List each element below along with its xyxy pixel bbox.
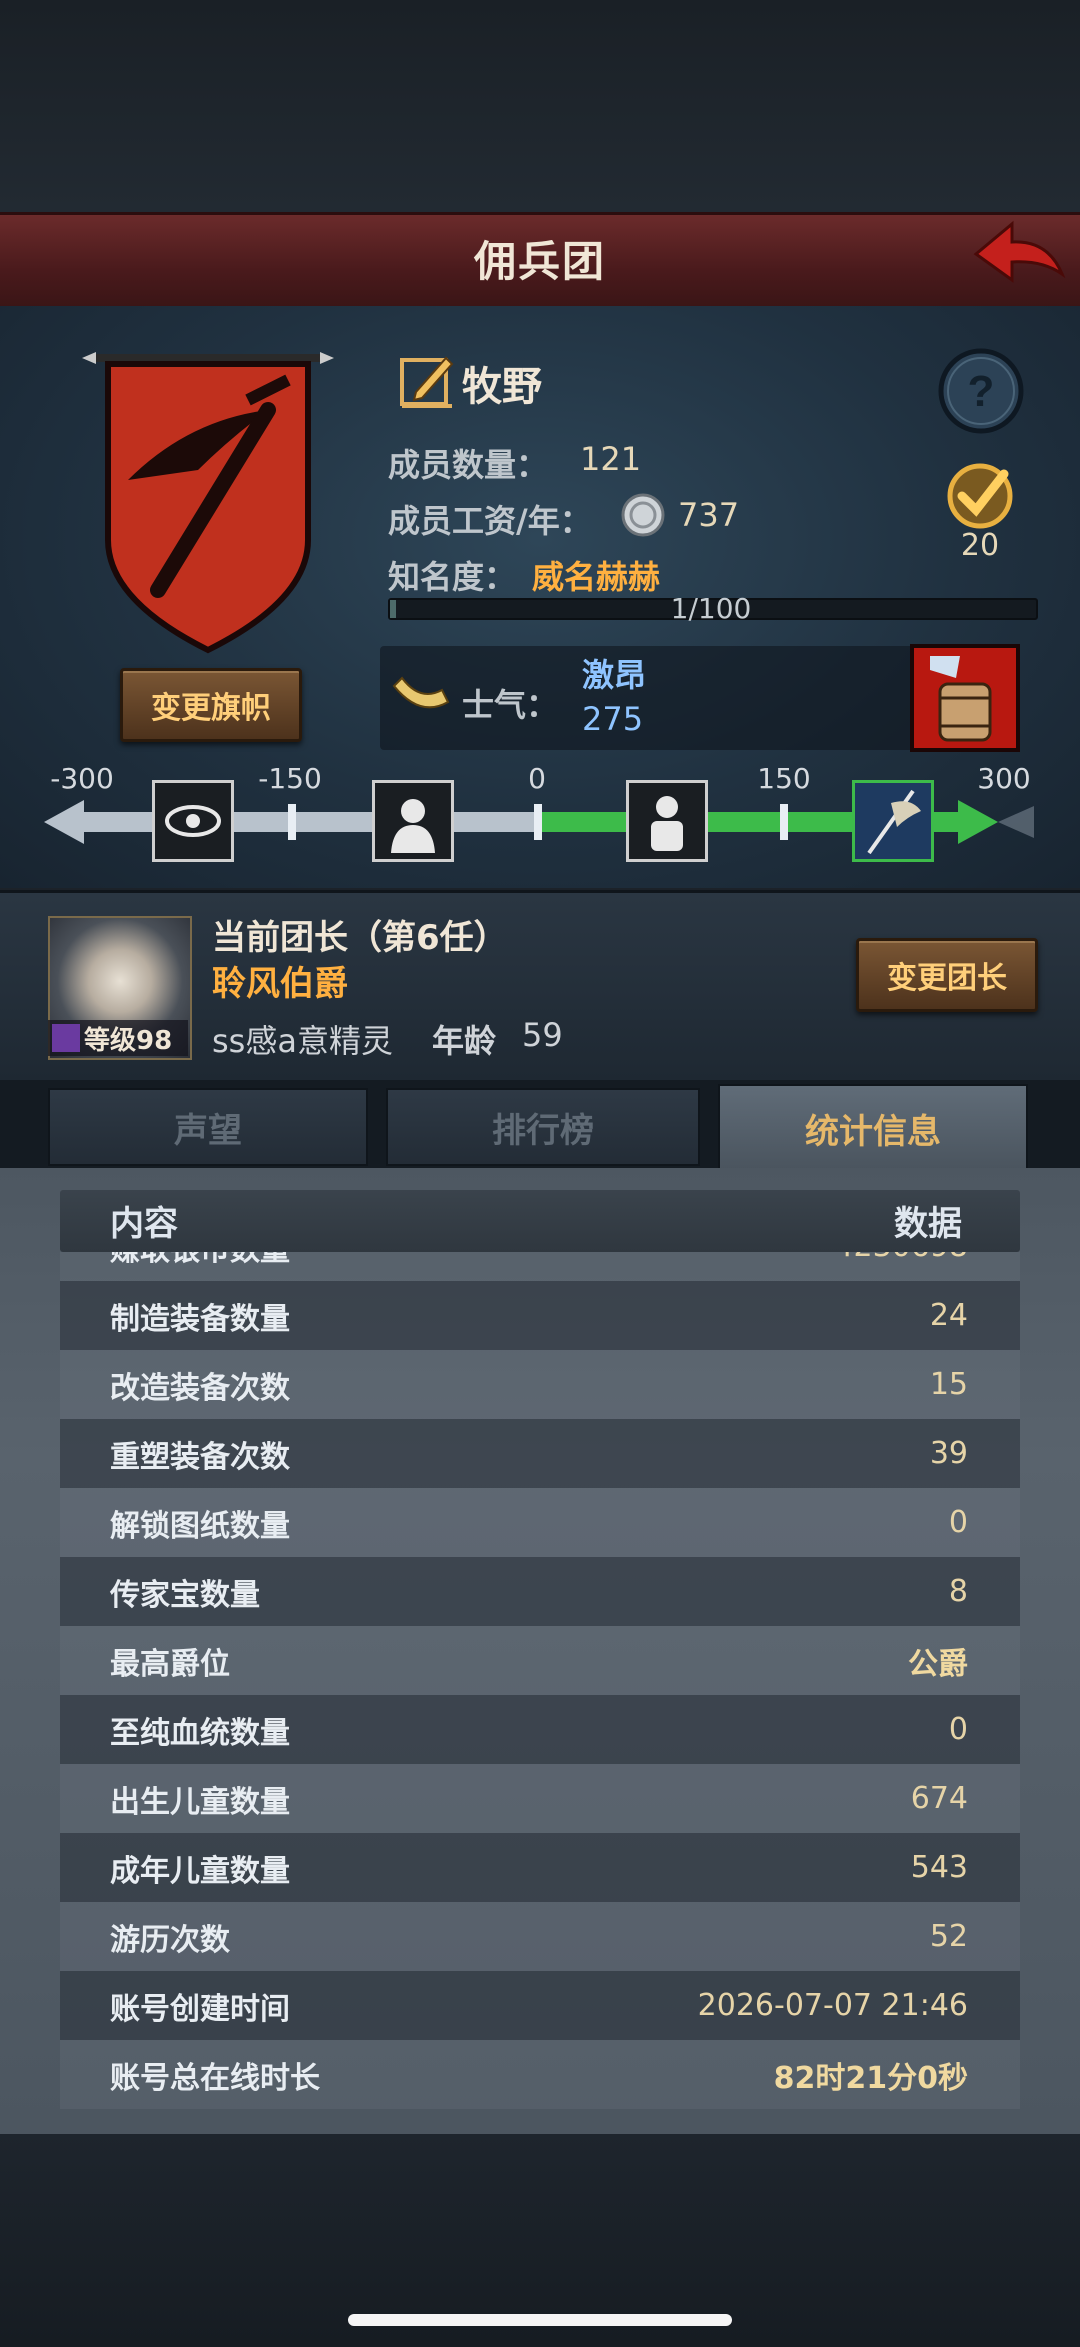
stat-value: 674	[910, 1781, 968, 1816]
leader-level-badge: 等级98	[48, 1020, 188, 1056]
silver-coin-icon	[620, 492, 666, 538]
morale-state: 激昂	[582, 656, 647, 694]
leader-name: 聆风伯爵	[212, 964, 348, 1004]
leader-age: 59	[522, 1016, 563, 1054]
wage-value: 737	[678, 496, 740, 534]
stat-value: 82时21分0秒	[773, 2060, 968, 2096]
horn-icon	[390, 672, 452, 724]
table-row: 游历次数 52	[60, 1902, 1020, 1971]
stat-label: 重塑装备次数	[110, 1439, 290, 1475]
stat-label: 账号创建时间	[110, 1991, 290, 2027]
stat-value: 52	[929, 1919, 968, 1954]
table-row: 最高爵位 公爵	[60, 1626, 1020, 1695]
tab-leaderboard[interactable]: 排行榜	[386, 1088, 700, 1166]
members-value: 121	[580, 440, 642, 478]
home-indicator[interactable]	[348, 2314, 732, 2326]
leader-level: 等级98	[84, 1025, 173, 1056]
stat-label: 赚取银币数量	[110, 1252, 290, 1269]
table-row: 出生儿童数量 674	[60, 1764, 1020, 1833]
table-row: 至纯血统数量 0	[60, 1695, 1020, 1764]
stats-col-data: 数据	[894, 1204, 962, 1244]
stat-value: 4230698	[834, 1252, 968, 1264]
calm-figure-icon[interactable]	[626, 780, 708, 862]
tick-label: -150	[258, 762, 322, 795]
stat-label: 游历次数	[110, 1922, 230, 1958]
stat-label: 最高爵位	[110, 1646, 230, 1682]
tick-label: -300	[50, 762, 114, 795]
tick-label: 150	[757, 762, 811, 795]
stat-value: 0	[948, 1505, 968, 1540]
stat-value: 39	[929, 1436, 968, 1471]
stat-value: 15	[929, 1367, 968, 1402]
wage-label: 成员工资/年：	[388, 502, 592, 540]
help-icon[interactable]: ?	[936, 346, 1026, 436]
svg-text:?: ?	[968, 367, 995, 416]
stat-label: 成年儿童数量	[110, 1853, 290, 1889]
despair-figure-icon[interactable]	[372, 780, 454, 862]
eye-icon[interactable]	[152, 780, 234, 862]
table-row: 改造装备次数 15	[60, 1350, 1020, 1419]
wand-icon	[52, 1024, 80, 1052]
stat-label: 改造装备次数	[110, 1370, 290, 1406]
top-background	[0, 0, 1080, 212]
stat-value: 公爵	[908, 1646, 968, 1682]
charge-flag-icon[interactable]	[852, 780, 934, 862]
change-flag-button[interactable]: 变更旗帜	[120, 668, 302, 742]
table-row: 成年儿童数量 543	[60, 1833, 1020, 1902]
table-row: 重塑装备次数 39	[60, 1419, 1020, 1488]
morale-label: 士气：	[462, 686, 559, 724]
leader-race: ss感a意精灵	[212, 1022, 393, 1060]
table-row: 制造装备数量 24	[60, 1281, 1020, 1350]
leader-title: 当前团长（第6任）	[212, 918, 508, 958]
tab-reputation[interactable]: 声望	[48, 1088, 368, 1166]
page-title: 佣兵团	[473, 237, 606, 286]
table-row: 传家宝数量 8	[60, 1557, 1020, 1626]
table-row: 赚取银币数量 4230698	[60, 1252, 1020, 1281]
company-banner-flag[interactable]	[78, 350, 338, 660]
tick-label: 0	[528, 762, 546, 795]
stat-value: 24	[929, 1298, 968, 1333]
table-row: 解锁图纸数量 0	[60, 1488, 1020, 1557]
fame-progress-text: 1/100	[670, 592, 752, 625]
stat-label: 传家宝数量	[110, 1577, 260, 1613]
stat-label: 出生儿童数量	[110, 1784, 290, 1820]
stat-label: 至纯血统数量	[110, 1715, 290, 1751]
barrel-icon[interactable]	[910, 644, 1020, 752]
stat-value: 543	[910, 1850, 968, 1885]
table-row: 账号总在线时长 82时21分0秒	[60, 2040, 1020, 2109]
table-row: 账号创建时间 2026-07-07 21:46	[60, 1971, 1020, 2040]
members-label: 成员数量：	[388, 446, 549, 484]
stats-header	[60, 1190, 1020, 1252]
morale-value: 275	[582, 700, 644, 738]
stat-value: 0	[948, 1712, 968, 1747]
back-arrow-icon[interactable]	[968, 214, 1068, 294]
change-leader-button[interactable]: 变更团长	[856, 938, 1038, 1012]
leader-age-label: 年龄	[432, 1022, 497, 1060]
stat-label: 制造装备数量	[110, 1301, 290, 1337]
tick-label: 300	[977, 762, 1031, 795]
stat-label: 账号总在线时长	[110, 2060, 320, 2096]
edit-icon[interactable]	[398, 352, 456, 410]
badge-count: 20	[960, 528, 1000, 563]
stat-value: 2026-07-07 21:46	[697, 1988, 968, 2023]
company-name: 牧野	[462, 364, 542, 410]
stat-value: 8	[948, 1574, 968, 1609]
stat-label: 解锁图纸数量	[110, 1508, 290, 1544]
stats-list[interactable]: 赚取银币数量 4230698 制造装备数量 24 改造装备次数 15 重塑装备次数 39 解锁图…	[60, 1252, 1020, 2132]
tab-statistics[interactable]: 统计信息	[718, 1084, 1028, 1172]
stats-col-content: 内容	[110, 1204, 178, 1244]
